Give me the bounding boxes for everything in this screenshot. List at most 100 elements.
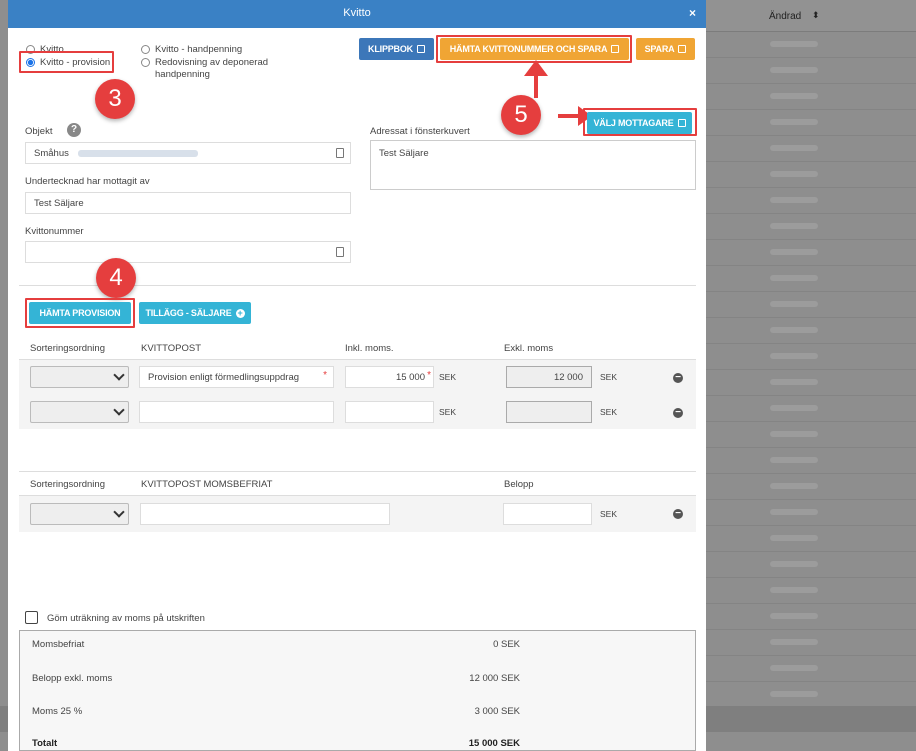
modal-title: Kvitto bbox=[343, 7, 371, 19]
background-left-column bbox=[0, 0, 8, 751]
background-row bbox=[706, 500, 916, 526]
background-row bbox=[706, 214, 916, 240]
radio-redovisning-deponerad[interactable]: Redovisning av deponerad handpenning bbox=[141, 57, 281, 81]
radio-checked-icon[interactable] bbox=[26, 58, 35, 67]
radio-label: Kvitto - handpenning bbox=[155, 44, 243, 55]
plus-circle-icon: + bbox=[235, 307, 245, 318]
th-sort-order: Sorteringsordning bbox=[30, 343, 105, 354]
clipbook-button[interactable]: KLIPPBOK bbox=[359, 38, 434, 60]
background-row bbox=[706, 292, 916, 318]
chevron-down-icon bbox=[113, 404, 125, 416]
remove-row-icon[interactable]: − bbox=[673, 509, 683, 519]
excl-vat-field: 12 000 bbox=[506, 366, 592, 388]
hide-vat-label: Göm uträkning av moms på utskriften bbox=[47, 613, 205, 624]
radio-icon[interactable] bbox=[26, 45, 35, 54]
floppy-disk-icon bbox=[611, 45, 620, 53]
summary-value-total: 15 000 SEK bbox=[468, 738, 520, 749]
object-field[interactable]: Småhus bbox=[25, 142, 351, 164]
remove-row-icon[interactable]: − bbox=[673, 373, 683, 383]
object-value: Småhus bbox=[34, 148, 69, 159]
object-label: Objekt bbox=[25, 126, 53, 137]
receipt-number-field[interactable] bbox=[25, 241, 351, 263]
radio-label: Kvitto bbox=[40, 44, 64, 55]
window-address-textarea[interactable]: Test Säljare bbox=[370, 140, 696, 190]
amount-field[interactable] bbox=[503, 503, 592, 525]
excl-vat-field bbox=[506, 401, 592, 423]
remove-row-icon[interactable]: − bbox=[673, 408, 683, 418]
background-row bbox=[706, 630, 916, 656]
background-row bbox=[706, 162, 916, 188]
excl-vat-value: 12 000 bbox=[553, 372, 583, 383]
currency-label: SEK bbox=[600, 372, 618, 382]
column-header-changed[interactable]: Ändrad bbox=[769, 11, 801, 22]
background-row bbox=[706, 318, 916, 344]
incl-vat-field[interactable]: 15 000 * bbox=[345, 366, 434, 388]
currency-label: SEK bbox=[600, 407, 618, 417]
calculator-icon bbox=[336, 148, 344, 158]
radio-kvitto[interactable]: Kvitto bbox=[26, 44, 64, 55]
radio-label: Kvitto - provision bbox=[40, 57, 111, 68]
arrow-head-up bbox=[524, 60, 548, 76]
summary-value-exempt: 0 SEK bbox=[493, 639, 520, 650]
chevron-down-icon bbox=[113, 506, 125, 518]
required-asterisk: * bbox=[323, 370, 327, 381]
fetch-receipt-number-label: HÄMTA KVITTONUMMER OCH SPARA bbox=[449, 44, 608, 54]
receipt-item-field[interactable] bbox=[139, 401, 334, 423]
select-recipient-button[interactable]: VÄLJ MOTTAGARE bbox=[587, 112, 692, 134]
sort-order-select[interactable] bbox=[30, 503, 129, 525]
background-row bbox=[706, 266, 916, 292]
summary-value-excl-vat: 12 000 SEK bbox=[469, 673, 520, 684]
background-row bbox=[706, 188, 916, 214]
help-icon[interactable]: ? bbox=[67, 123, 81, 137]
currency-label: SEK bbox=[439, 372, 457, 382]
th-amount: Belopp bbox=[504, 479, 534, 490]
hide-vat-checkbox[interactable] bbox=[25, 611, 38, 624]
modal-header: Kvitto × bbox=[8, 0, 706, 28]
window-address-value: Test Säljare bbox=[379, 148, 429, 159]
sort-order-select[interactable] bbox=[30, 401, 129, 423]
th-excl-vat: Exkl. moms bbox=[504, 343, 554, 354]
radio-icon[interactable] bbox=[141, 58, 150, 67]
receipt-item-field[interactable]: Provision enligt förmedlingsuppdrag * bbox=[139, 366, 334, 388]
sort-icon[interactable]: ⬍ bbox=[812, 10, 820, 21]
summary-label-excl-vat: Belopp exkl. moms bbox=[32, 673, 113, 684]
summary-panel: Momsbefriat 0 SEK Belopp exkl. moms 12 0… bbox=[19, 630, 696, 751]
clipbook-button-label: KLIPPBOK bbox=[368, 44, 413, 54]
th-exempt-item: KVITTOPOST MOMSBEFRIAT bbox=[141, 479, 273, 490]
background-row bbox=[706, 84, 916, 110]
signed-by-field[interactable]: Test Säljare bbox=[25, 192, 351, 214]
contact-card-icon bbox=[677, 119, 686, 127]
exempt-item-field[interactable] bbox=[140, 503, 390, 525]
background-row bbox=[706, 370, 916, 396]
background-row bbox=[706, 682, 916, 708]
background-row bbox=[706, 656, 916, 682]
sort-order-select[interactable] bbox=[30, 366, 129, 388]
background-row bbox=[706, 526, 916, 552]
radio-icon[interactable] bbox=[141, 45, 150, 54]
callout-badge-5: 5 bbox=[501, 95, 541, 135]
receipt-number-label: Kvittonummer bbox=[25, 226, 84, 237]
required-asterisk: * bbox=[427, 370, 431, 381]
radio-kvitto-handpenning[interactable]: Kvitto - handpenning bbox=[141, 44, 242, 55]
background-row bbox=[706, 604, 916, 630]
add-seller-button[interactable]: TILLÄGG - SÄLJARE + bbox=[139, 302, 251, 324]
save-button-label: SPARA bbox=[644, 44, 675, 54]
currency-label: SEK bbox=[600, 509, 618, 519]
th-incl-vat: Inkl. moms. bbox=[345, 343, 394, 354]
radio-kvitto-provision[interactable]: Kvitto - provision bbox=[26, 57, 110, 68]
th-sort-order: Sorteringsordning bbox=[30, 479, 105, 490]
fetch-commission-button[interactable]: HÄMTA PROVISION bbox=[29, 302, 131, 324]
background-row bbox=[706, 474, 916, 500]
object-address-redacted bbox=[77, 149, 198, 157]
background-row bbox=[706, 110, 916, 136]
summary-label-vat: Moms 25 % bbox=[32, 706, 83, 717]
background-row bbox=[706, 240, 916, 266]
calculator-icon bbox=[336, 247, 344, 257]
background-row bbox=[706, 552, 916, 578]
incl-vat-field[interactable] bbox=[345, 401, 434, 423]
summary-label-total: Totalt bbox=[32, 738, 58, 749]
background-table-header bbox=[706, 0, 916, 32]
signed-by-value: Test Säljare bbox=[34, 198, 84, 209]
summary-label-exempt: Momsbefriat bbox=[32, 639, 85, 650]
close-icon[interactable]: × bbox=[689, 6, 696, 20]
